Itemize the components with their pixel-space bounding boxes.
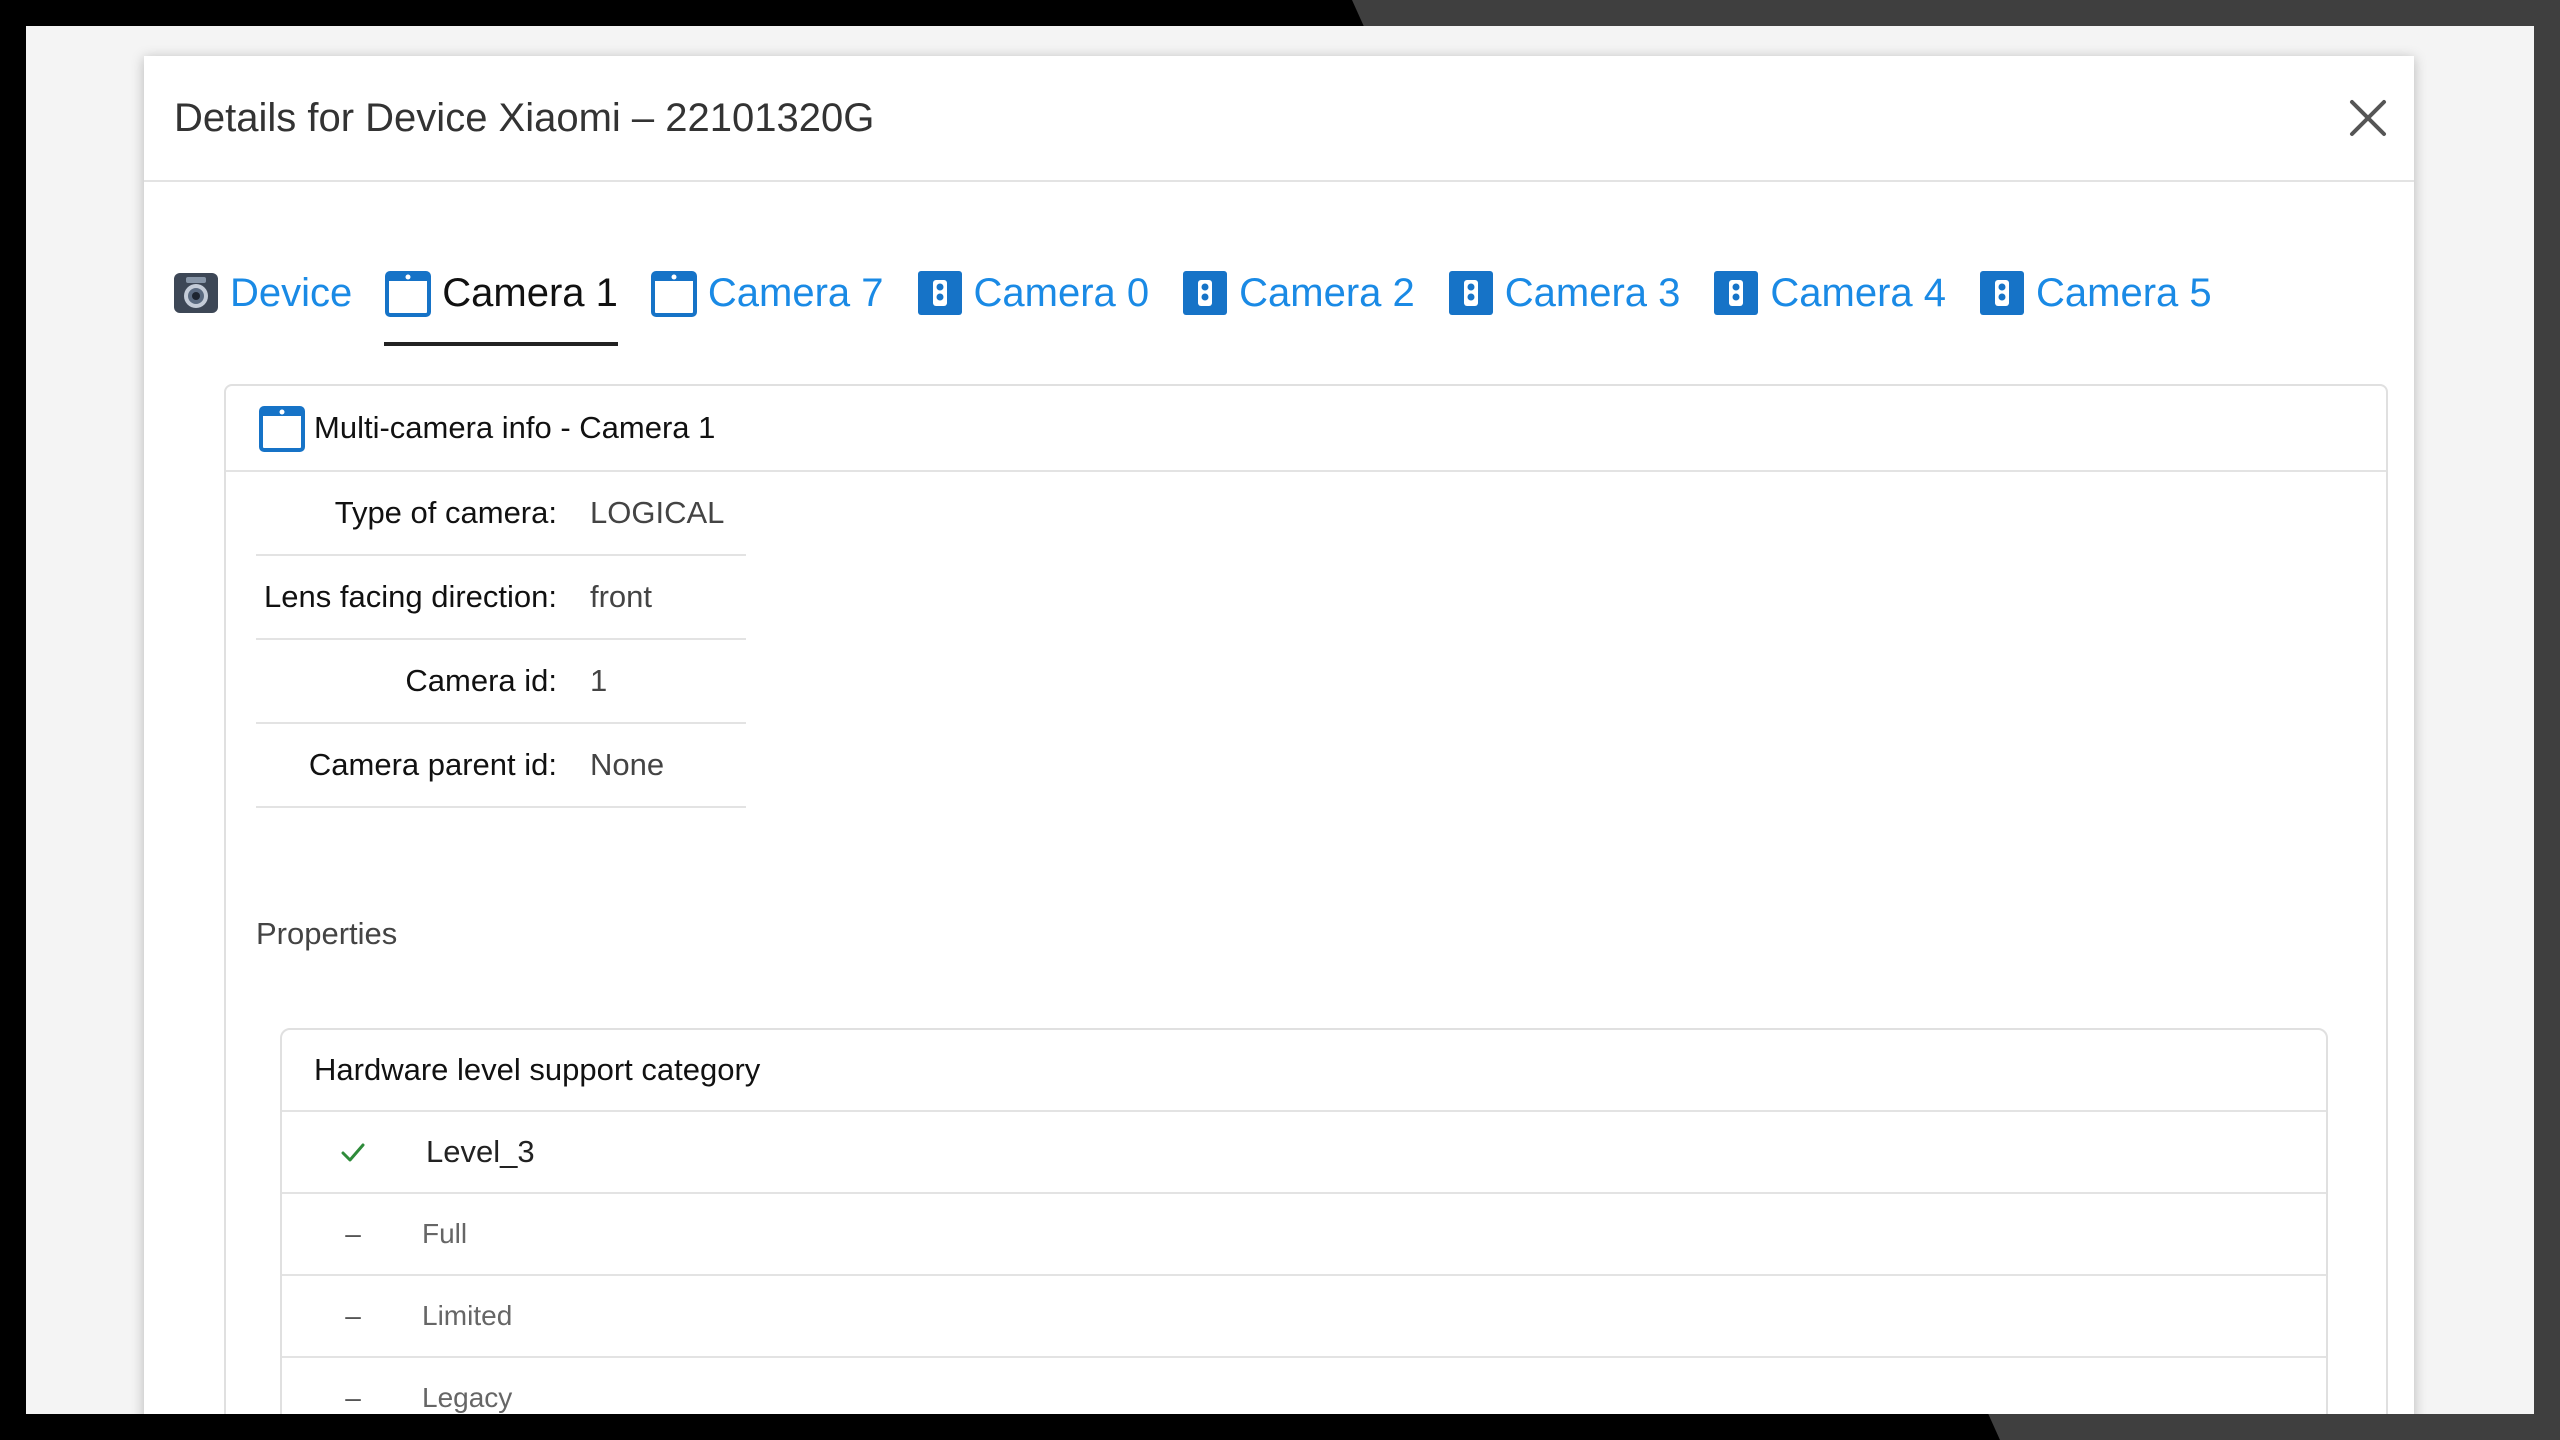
- dialog-header: Details for Device Xiaomi – 22101320G: [144, 56, 2414, 182]
- tab-label: Camera 7: [707, 270, 884, 315]
- tab-camera-3[interactable]: Camera 3: [1447, 252, 1681, 334]
- info-value: LOGICAL: [589, 472, 746, 556]
- tab-camera-5[interactable]: Camera 5: [1978, 252, 2212, 334]
- close-button[interactable]: [2346, 96, 2390, 140]
- card-title: Multi-camera info - Camera 1: [314, 410, 716, 445]
- tab-label: Camera 0: [973, 270, 1150, 315]
- hardware-level-panel: Hardware level support category Level_3 …: [280, 1028, 2328, 1414]
- tab-camera-0[interactable]: Camera 0: [916, 252, 1150, 334]
- device-camera-icon: [174, 273, 218, 313]
- table-row: Camera id: 1: [256, 639, 746, 724]
- multi-camera-info-card: Multi-camera info - Camera 1 Type of cam…: [224, 384, 2388, 1414]
- check-icon: [341, 1143, 365, 1162]
- property-label: Level_3: [426, 1134, 535, 1169]
- tab-camera-7[interactable]: Camera 7: [650, 252, 884, 334]
- info-value: 1: [589, 639, 746, 724]
- tab-label: Camera 1: [442, 270, 618, 315]
- rear-camera-icon: [1714, 271, 1759, 315]
- dialog-title: Details for Device Xiaomi – 22101320G: [174, 96, 875, 140]
- table-row: Type of camera: LOGICAL: [256, 472, 746, 556]
- property-label: Limited: [422, 1300, 513, 1331]
- list-item: – Legacy: [282, 1358, 2326, 1414]
- table-row: Camera parent id: None: [256, 723, 746, 808]
- info-key: Type of camera:: [256, 472, 589, 556]
- tab-camera-4[interactable]: Camera 4: [1712, 252, 1946, 334]
- table-row: Lens facing direction: front: [256, 555, 746, 640]
- front-camera-icon: [650, 271, 697, 317]
- front-camera-icon: [259, 406, 305, 452]
- dash-icon: –: [345, 1382, 361, 1413]
- camera-tabs: Device Camera 1 Camera 7 Camera 0 Camera…: [172, 252, 2244, 352]
- info-key: Lens facing direction:: [256, 555, 589, 640]
- info-value: None: [589, 723, 746, 808]
- card-header: Multi-camera info - Camera 1: [226, 386, 2386, 472]
- tab-label: Camera 5: [2036, 270, 2212, 315]
- tab-label: Device: [230, 270, 353, 315]
- dash-icon: –: [345, 1300, 361, 1331]
- info-value: front: [589, 555, 746, 640]
- device-details-dialog: Details for Device Xiaomi – 22101320G De: [144, 56, 2414, 1414]
- camera-info-table: Type of camera: LOGICAL Lens facing dire…: [256, 472, 746, 808]
- tab-device[interactable]: Device: [172, 252, 352, 334]
- tab-label: Camera 2: [1239, 270, 1415, 315]
- modal-backdrop: Details for Device Xiaomi – 22101320G De: [26, 26, 2534, 1414]
- dash-icon: –: [345, 1218, 361, 1249]
- tab-label: Camera 4: [1770, 270, 1947, 315]
- tab-camera-1[interactable]: Camera 1: [384, 252, 618, 346]
- list-item: – Full: [282, 1194, 2326, 1276]
- front-camera-icon: [385, 271, 432, 317]
- property-label: Full: [422, 1218, 468, 1249]
- close-icon: [2350, 100, 2386, 136]
- properties-heading: Properties: [256, 916, 398, 951]
- property-label: Legacy: [422, 1382, 513, 1413]
- rear-camera-icon: [1980, 271, 2025, 315]
- rear-camera-icon: [917, 271, 962, 315]
- rear-camera-icon: [1448, 271, 1493, 315]
- hardware-level-header: Hardware level support category: [282, 1030, 2326, 1112]
- info-key: Camera parent id:: [256, 723, 589, 808]
- tab-label: Camera 3: [1504, 270, 1681, 315]
- list-item: – Limited: [282, 1276, 2326, 1358]
- rear-camera-icon: [1183, 271, 1228, 315]
- info-key: Camera id:: [256, 639, 589, 724]
- tab-camera-2[interactable]: Camera 2: [1181, 252, 1415, 334]
- list-item: Level_3: [282, 1112, 2326, 1194]
